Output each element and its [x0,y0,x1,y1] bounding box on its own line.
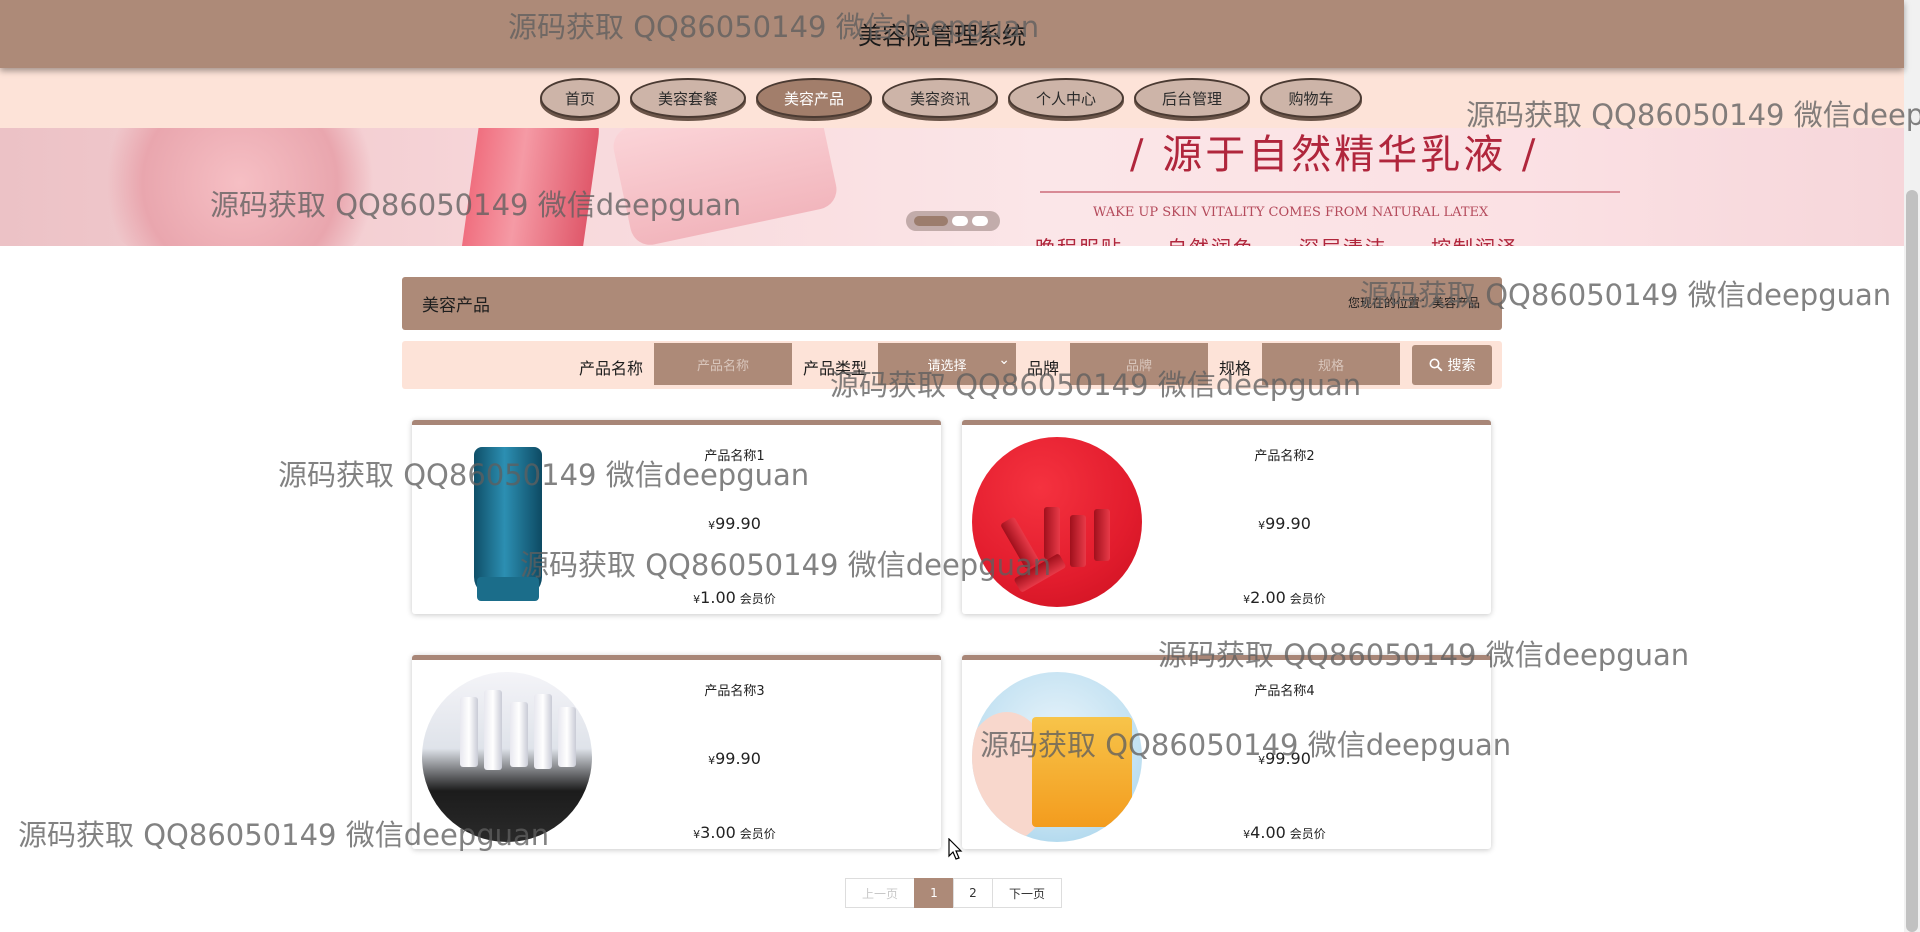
name-label: 产品名称 [579,359,644,378]
banner-decor [90,128,390,246]
main-navigation: 首页 美容套餐 美容产品 美容资讯 个人中心 后台管理 购物车 [0,68,1904,128]
product-price: ¥99.90 [1258,749,1311,768]
banner-product-image [609,128,841,246]
spec-input[interactable]: 规格 [1262,343,1400,385]
product-price: ¥99.90 [708,749,761,768]
type-label: 产品类型 [803,359,868,378]
banner-carousel[interactable]: / 源于自然精华乳液 / WAKE UP SKIN VITALITY COMES… [0,128,1904,246]
product-name[interactable]: 产品名称2 [1112,445,1457,464]
product-type-select[interactable]: 请选择 [878,343,1016,385]
scrollbar-thumb[interactable] [1906,190,1918,932]
mouse-cursor-icon [948,838,963,860]
nav-list: 首页 美容套餐 美容产品 美容资讯 个人中心 后台管理 购物车 [540,78,1362,118]
nav-beauty-news[interactable]: 美容资讯 [882,78,998,118]
product-card[interactable]: 产品名称1 ¥99.90 ¥1.00 会员价 [412,420,941,614]
nav-cart[interactable]: 购物车 [1260,78,1362,118]
nav-admin[interactable]: 后台管理 [1134,78,1250,118]
product-name[interactable]: 产品名称3 [562,680,907,699]
carousel-dot-2[interactable] [952,216,968,226]
page-2-button[interactable]: 2 [953,878,993,908]
carousel-dot-1[interactable] [914,216,948,226]
section-title: 美容产品 [422,296,490,316]
product-card[interactable]: 产品名称3 ¥99.90 ¥3.00 会员价 [412,655,941,849]
banner-product-image [455,128,605,246]
member-price: ¥3.00 会员价 [693,823,776,842]
search-button-label: 搜索 [1447,358,1476,374]
banner-divider [1040,191,1620,193]
section-header: 美容产品 您现在的位置：美容产品 [402,277,1502,330]
prev-page-button[interactable]: 上一页 [845,878,915,908]
top-header-bar: 美容院管理系统 [0,0,1904,68]
nav-beauty-products[interactable]: 美容产品 [756,78,872,118]
member-price: ¥2.00 会员价 [1243,588,1326,607]
product-price: ¥99.90 [708,514,761,533]
spec-label: 规格 [1219,359,1252,378]
search-bar: 产品名称 产品名称 产品类型 请选择 品牌 品牌 规格 规格 搜索 [402,341,1502,389]
nav-beauty-packages[interactable]: 美容套餐 [630,78,746,118]
banner-features: 晚程服贴 自然润色 深层清洁 控制润泽 [1035,232,1519,246]
page-1-button[interactable]: 1 [914,878,954,908]
breadcrumb: 您现在的位置：美容产品 [1347,296,1480,310]
product-price: ¥99.90 [1258,514,1311,533]
product-card[interactable]: 产品名称4 ¥99.90 ¥4.00 会员价 [962,655,1491,849]
product-name[interactable]: 产品名称1 [562,445,907,464]
pagination: 上一页 1 2 下一页 [845,878,1062,908]
product-name[interactable]: 产品名称4 [1112,680,1457,699]
banner-subtitle: WAKE UP SKIN VITALITY COMES FROM NATURAL… [1093,205,1489,220]
member-price: ¥4.00 会员价 [1243,823,1326,842]
product-card[interactable]: 产品名称2 ¥99.90 ¥2.00 会员价 [962,420,1491,614]
brand-input[interactable]: 品牌 [1070,343,1208,385]
carousel-indicators [906,211,1000,231]
page-scrollbar[interactable] [1904,0,1920,932]
nav-personal-center[interactable]: 个人中心 [1008,78,1124,118]
brand-label: 品牌 [1027,359,1060,378]
search-icon [1429,358,1442,372]
next-page-button[interactable]: 下一页 [992,878,1062,908]
product-name-input[interactable]: 产品名称 [654,343,792,385]
site-title: 美容院管理系统 [858,22,1026,50]
search-button[interactable]: 搜索 [1412,345,1492,385]
nav-home[interactable]: 首页 [540,78,620,118]
carousel-dot-3[interactable] [972,216,988,226]
member-price: ¥1.00 会员价 [693,588,776,607]
banner-headline: / 源于自然精华乳液 / [1130,132,1539,178]
